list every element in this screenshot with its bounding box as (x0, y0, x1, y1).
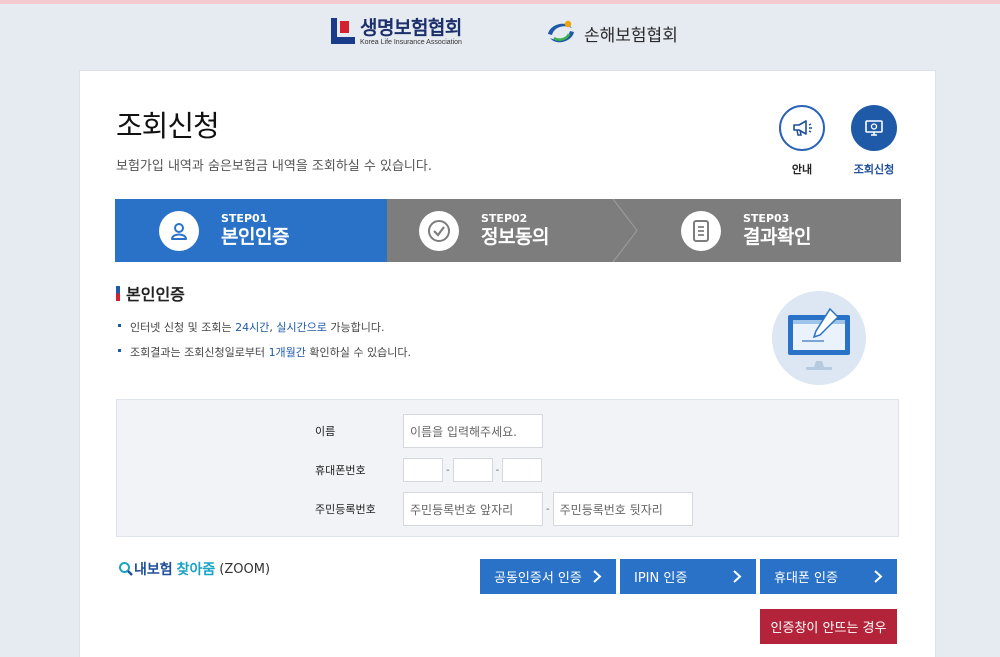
gia-logo[interactable]: 손해보험협회 (544, 18, 678, 48)
megaphone-icon (793, 120, 812, 136)
main-card: 조회신청 보험가입 내역과 숨은보험금 내역을 조회하실 수 있습니다. 안내 … (79, 70, 936, 657)
phone-input-2[interactable] (452, 458, 493, 482)
zoom-text-3: (ZOOM) (219, 561, 271, 577)
chevron-right-icon (593, 570, 602, 583)
step-1-number: STEP01 (221, 212, 268, 225)
phone-row: 휴대폰번호 - - (315, 458, 543, 482)
zoom-text-2: 찾아줌 (176, 562, 216, 578)
step-2-name: 정보동의 (481, 226, 549, 248)
info-item-1: 인터넷 신청 및 조회는 24시간, 실시간으로 가능합니다. (118, 319, 411, 335)
section-title: 본인인증 (116, 281, 185, 305)
gia-name: 손해보험협회 (584, 25, 678, 46)
header: 생명보험협회 Korea Life Insurance Association … (0, 10, 1000, 62)
section-marker (116, 285, 120, 301)
top-accent-line (0, 0, 1000, 4)
step-2-number: STEP02 (481, 212, 528, 225)
section-title-text: 본인인증 (126, 285, 185, 304)
document-icon (681, 210, 721, 251)
klia-subtitle: Korea Life Insurance Association (360, 39, 462, 46)
chevron-right-icon (733, 570, 742, 583)
klia-logo[interactable]: 생명보험협회 Korea Life Insurance Association (331, 18, 462, 47)
rrn-back-input[interactable]: 주민등록번호 뒷자리 (552, 492, 693, 526)
rrn-front-input[interactable]: 주민등록번호 앞자리 (403, 492, 543, 526)
zoom-link[interactable]: 내보험 찾아줌 (ZOOM) (118, 559, 270, 579)
step-3-name: 결과확인 (743, 226, 811, 248)
rrn-row: 주민등록번호 주민등록번호 앞자리 - 주민등록번호 뒷자리 (315, 492, 693, 526)
step-1-name: 본인인증 (221, 226, 289, 248)
step-2: STEP02 정보동의 (419, 199, 549, 262)
auth-form: 이름 이름을 입력해주세요. 휴대폰번호 - - 주민등록번호 주민등록번호 앞… (116, 399, 899, 537)
name-input[interactable]: 이름을 입력해주세요. (403, 414, 543, 448)
info-list: 인터넷 신청 및 조회는 24시간, 실시간으로 가능합니다. 조회결과는 조회… (118, 319, 411, 369)
gia-mark-icon (548, 20, 574, 43)
inquiry-button[interactable]: 조회신청 (844, 105, 904, 177)
computer-illustration-icon (772, 291, 866, 385)
popup-fail-button[interactable]: 인증창이 안뜨는 경우 (760, 609, 897, 644)
zoom-text-1: 내보험 (134, 562, 173, 578)
step-divider-icon (612, 199, 638, 262)
person-icon (159, 210, 199, 251)
name-row: 이름 이름을 입력해주세요. (315, 414, 543, 448)
klia-name: 생명보험협회 (360, 17, 462, 39)
phone-dash-2: - (495, 464, 500, 476)
cert-auth-button[interactable]: 공동인증서 인증 (480, 559, 616, 594)
guide-button[interactable]: 안내 (772, 105, 832, 177)
phone-label: 휴대폰번호 (315, 464, 366, 477)
phone-auth-button[interactable]: 휴대폰 인증 (760, 559, 897, 594)
phone-dash-1: - (446, 464, 450, 476)
step-3: STEP03 결과확인 (681, 199, 811, 262)
page-title: 조회신청 (116, 109, 220, 143)
name-label: 이름 (315, 425, 336, 438)
klia-mark-icon (331, 18, 355, 44)
chevron-right-icon (874, 570, 883, 583)
inquiry-label: 조회신청 (853, 163, 895, 176)
step-3-number: STEP03 (743, 212, 790, 225)
monitor-icon (865, 120, 883, 136)
page-description: 보험가입 내역과 숨은보험금 내역을 조회하실 수 있습니다. (116, 159, 432, 174)
check-icon (419, 210, 459, 251)
step-1: STEP01 본인인증 (115, 199, 387, 262)
ipin-auth-button[interactable]: IPIN 인증 (620, 559, 756, 594)
info-item-2: 조회결과는 조회신청일로부터 1개월간 확인하실 수 있습니다. (118, 344, 411, 360)
phone-input-1[interactable] (403, 458, 443, 482)
step-progress: STEP01 본인인증 STEP02 정보동의 STEP03 결과확인 (115, 199, 901, 262)
guide-label: 안내 (791, 163, 813, 176)
cert-auth-label: 공동인증서 인증 (494, 571, 582, 586)
ipin-auth-label: IPIN 인증 (634, 571, 688, 586)
search-icon (119, 562, 133, 576)
rrn-dash: - (546, 503, 550, 515)
step-1-arrow (363, 199, 387, 262)
phone-auth-label: 휴대폰 인증 (774, 571, 838, 586)
rrn-label: 주민등록번호 (315, 503, 376, 516)
phone-input-3[interactable] (502, 458, 543, 482)
